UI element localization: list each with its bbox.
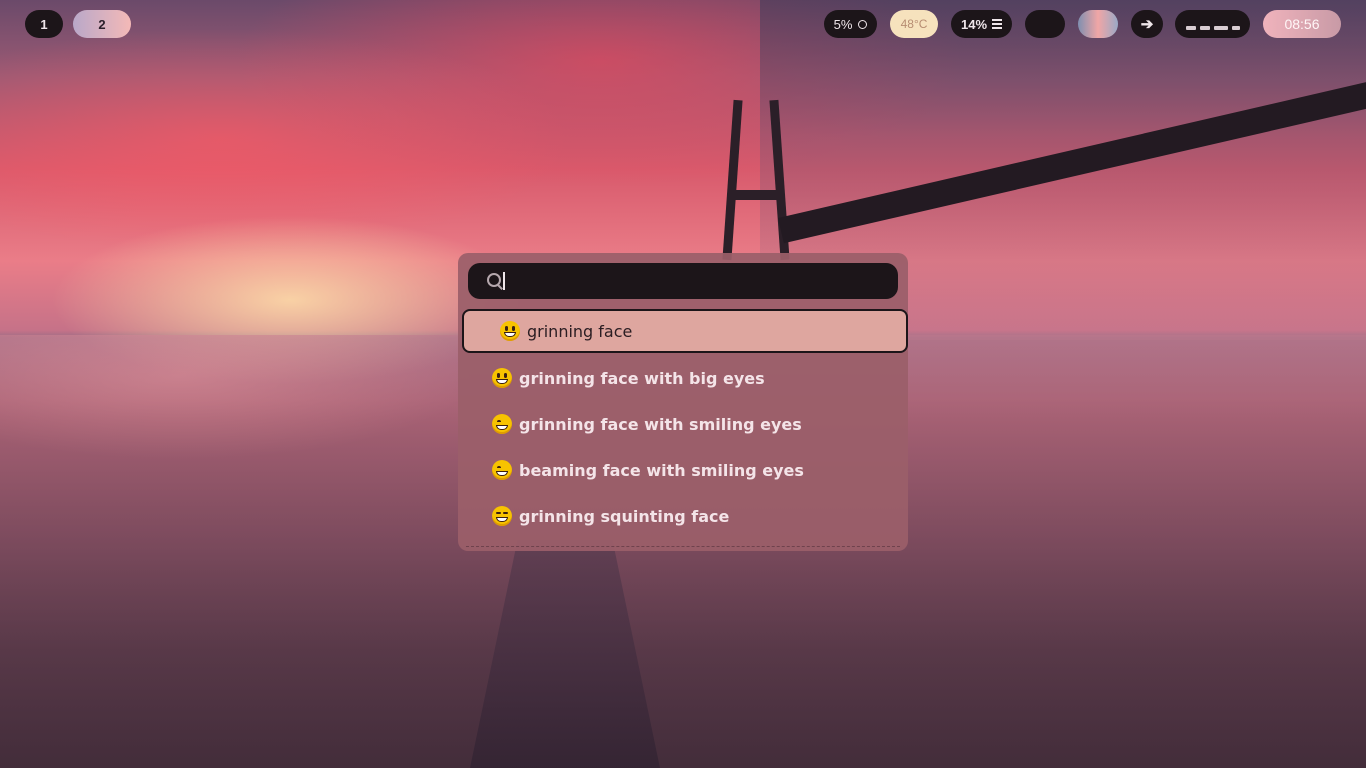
memory-usage-widget[interactable]: 14% <box>951 10 1012 38</box>
bar-icon <box>1213 26 1228 30</box>
bridge-pylon-cross <box>733 190 783 200</box>
result-item-beaming-face[interactable]: beaming face with smiling eyes <box>458 447 908 493</box>
clock-widget[interactable]: 08:56 <box>1263 10 1341 38</box>
result-item-grinning-face[interactable]: grinning face <box>462 309 908 353</box>
emoji-launcher: grinning face grinning face with big eye… <box>458 253 908 551</box>
result-label: grinning face with smiling eyes <box>519 414 802 434</box>
result-label: grinning squinting face <box>519 506 730 526</box>
bar-icon <box>1199 26 1210 30</box>
cpu-usage-widget[interactable]: 5% <box>824 10 877 38</box>
network-widget[interactable] <box>1175 10 1250 38</box>
bar-icon <box>1185 26 1196 30</box>
search-icon <box>486 272 504 290</box>
bar-icon <box>1231 26 1240 30</box>
workspace-2-button[interactable]: 2 <box>73 10 131 38</box>
workspace-1-button[interactable]: 1 <box>25 10 63 38</box>
grinning-face-emoji-icon <box>500 321 520 341</box>
grinning-face-big-eyes-emoji-icon <box>492 368 512 388</box>
result-label: grinning face with big eyes <box>519 368 765 388</box>
result-label: beaming face with smiling eyes <box>519 460 804 480</box>
search-bar[interactable] <box>468 263 898 299</box>
temperature-widget[interactable]: 48°C <box>890 10 938 38</box>
temperature-value: 48°C <box>900 17 928 31</box>
result-item-grinning-squinting-face[interactable]: grinning squinting face <box>458 493 908 539</box>
grinning-squinting-face-emoji-icon <box>492 506 512 526</box>
result-item-grinning-face-smiling-eyes[interactable]: grinning face with smiling eyes <box>458 401 908 447</box>
search-input[interactable] <box>511 272 898 290</box>
gradient-widget[interactable] <box>1078 10 1118 38</box>
grinning-face-smiling-eyes-emoji-icon <box>492 414 512 434</box>
circle-icon <box>858 19 868 29</box>
memory-usage-value: 14% <box>960 16 988 32</box>
arrow-right-icon: ➔ <box>1140 16 1154 33</box>
results-list: grinning face grinning face with big eye… <box>458 309 908 539</box>
beaming-face-emoji-icon <box>492 460 512 480</box>
result-label: grinning face <box>527 321 633 341</box>
menu-icon <box>992 17 1003 31</box>
arrow-right-button[interactable]: ➔ <box>1131 10 1163 38</box>
result-item-grinning-face-big-eyes[interactable]: grinning face with big eyes <box>458 355 908 401</box>
cpu-usage-value: 5% <box>833 16 853 32</box>
clock-time: 08:56 <box>1284 16 1320 32</box>
empty-widget[interactable] <box>1025 10 1065 38</box>
